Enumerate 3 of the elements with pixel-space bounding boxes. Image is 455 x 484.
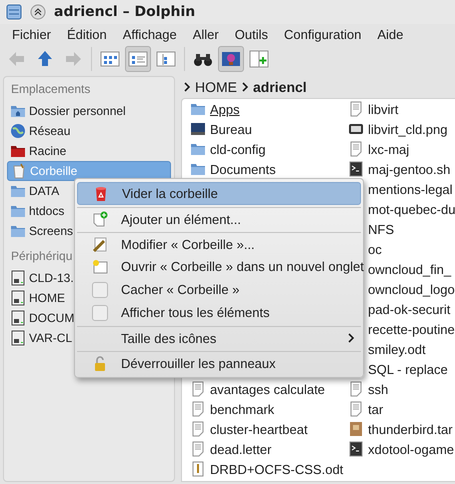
section-header: Emplacements [11,82,90,98]
window-title: adriencl – Dolphin [54,4,196,20]
section-header: Périphériqu [11,249,72,265]
